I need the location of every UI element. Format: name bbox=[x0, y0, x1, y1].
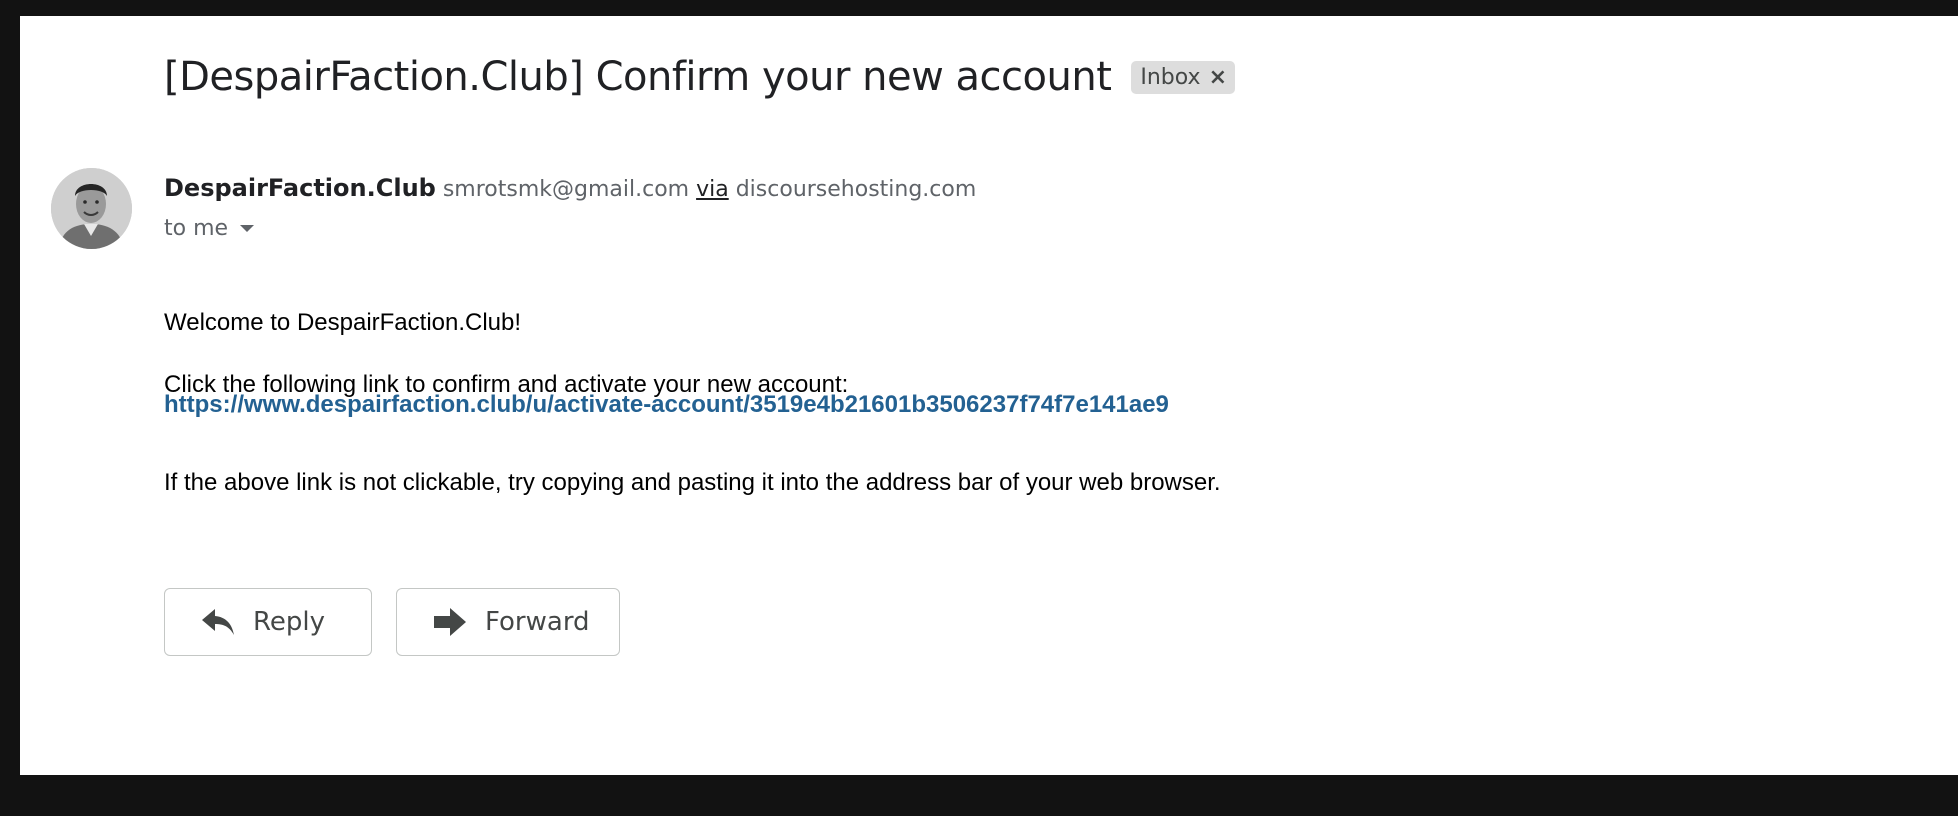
avatar[interactable] bbox=[51, 168, 132, 249]
reply-label: Reply bbox=[253, 607, 326, 637]
body-note: If the above link is not clickable, try … bbox=[164, 469, 1221, 496]
email-view: [DespairFaction.Club] Confirm your new a… bbox=[20, 16, 1958, 775]
recipient-text: to me bbox=[164, 216, 229, 241]
person-avatar-icon bbox=[51, 168, 132, 249]
via-domain: discoursehosting.com bbox=[735, 177, 977, 202]
sender-row: DespairFaction.Club smrotsmk@gmail.com v… bbox=[164, 174, 976, 202]
sender-email: smrotsmk@gmail.com bbox=[442, 177, 690, 202]
forward-button[interactable]: Forward bbox=[396, 588, 620, 656]
activation-link[interactable]: https://www.despairfaction.club/u/activa… bbox=[164, 391, 1169, 419]
body-greeting: Welcome to DespairFaction.Club! bbox=[164, 309, 522, 336]
via-link[interactable]: via bbox=[696, 177, 729, 202]
forward-arrow-icon bbox=[433, 607, 467, 637]
label-chip-text: Inbox bbox=[1140, 64, 1201, 90]
reply-arrow-icon bbox=[201, 607, 235, 637]
reply-button[interactable]: Reply bbox=[164, 588, 372, 656]
forward-label: Forward bbox=[485, 607, 590, 637]
inbox-label-chip[interactable]: Inbox × bbox=[1131, 60, 1236, 94]
close-icon[interactable]: × bbox=[1209, 65, 1227, 90]
subject-row: [DespairFaction.Club] Confirm your new a… bbox=[164, 54, 1236, 100]
recipient-details-toggle[interactable]: to me bbox=[164, 216, 255, 241]
email-subject: [DespairFaction.Club] Confirm your new a… bbox=[164, 54, 1112, 100]
sender-name[interactable]: DespairFaction.Club bbox=[164, 174, 436, 202]
caret-down-icon[interactable] bbox=[240, 225, 255, 232]
